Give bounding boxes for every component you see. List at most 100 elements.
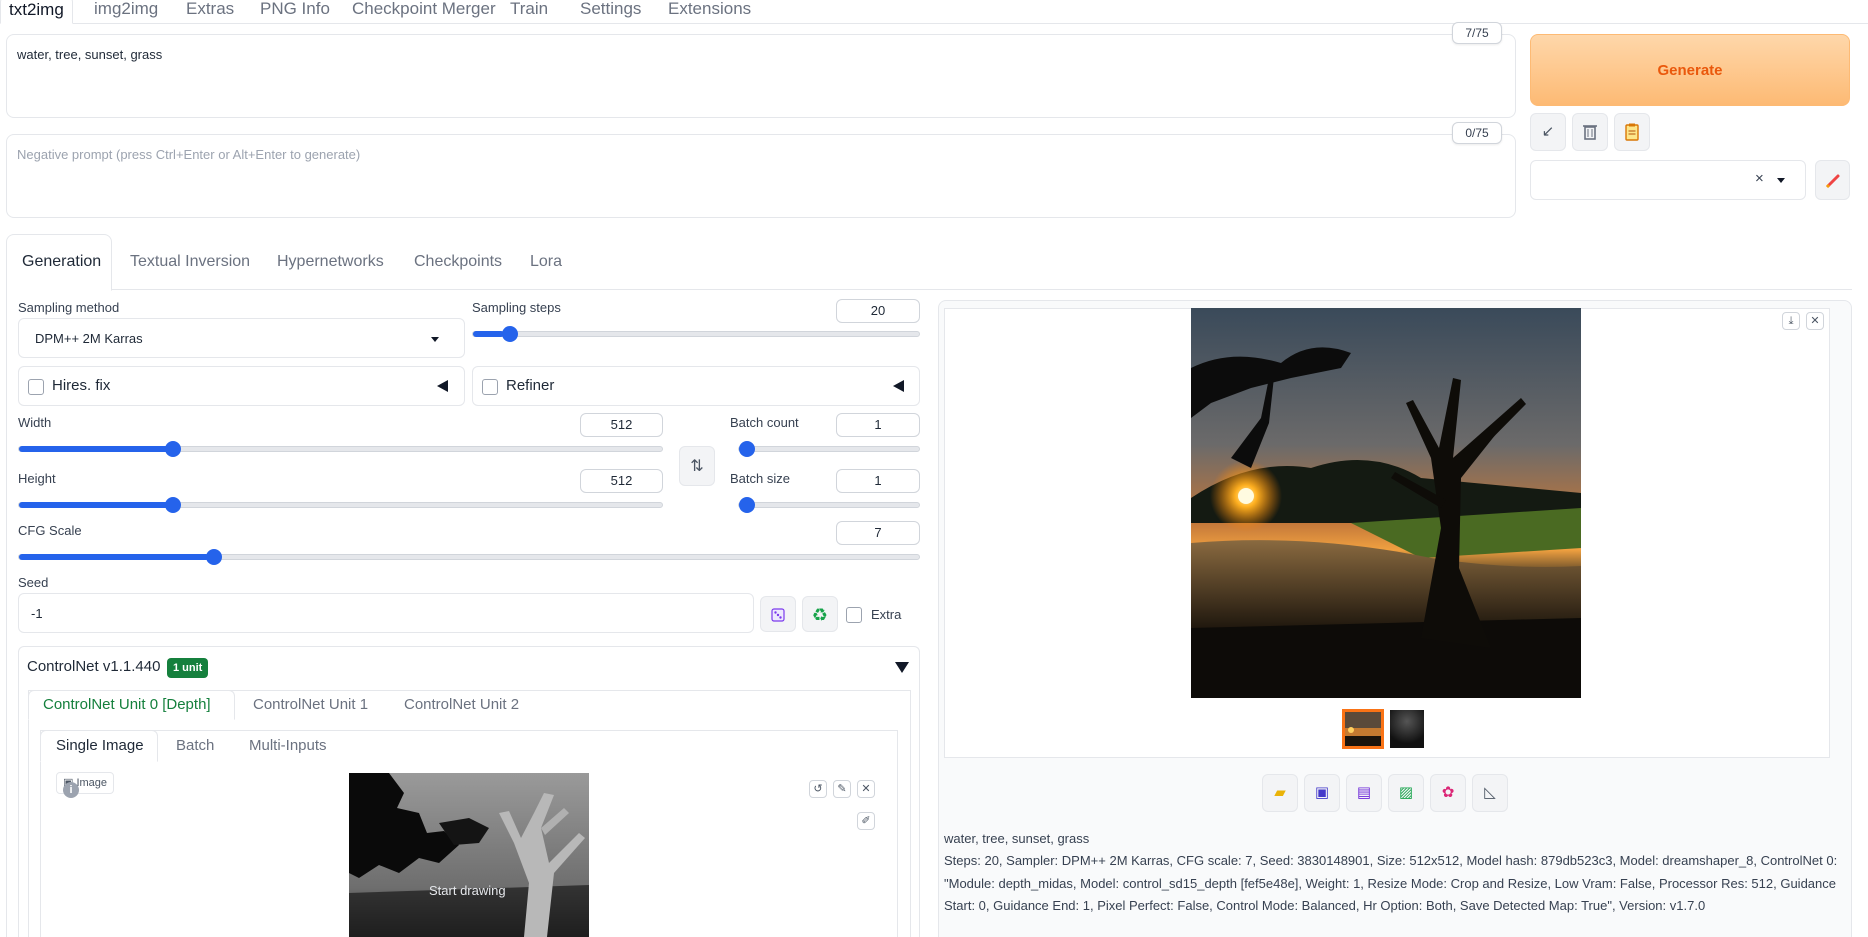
cfg-scale-slider[interactable] — [18, 549, 920, 565]
width-slider[interactable] — [18, 441, 663, 457]
tab-png-info[interactable]: PNG Info — [252, 0, 338, 24]
tab-multi-inputs[interactable]: Multi-Inputs — [249, 737, 327, 754]
slider-thumb[interactable] — [502, 326, 519, 342]
sampling-method-dropdown[interactable]: DPM++ 2M Karras — [18, 318, 465, 358]
extra-seed-checkbox[interactable] — [846, 607, 862, 623]
refiner-checkbox[interactable] — [482, 379, 498, 395]
reuse-seed-button[interactable]: ♻ — [802, 596, 838, 632]
tab-hypernetworks[interactable]: Hypernetworks — [277, 253, 384, 271]
seed-input[interactable]: -1 — [18, 593, 754, 633]
tab-settings[interactable]: Settings — [572, 0, 649, 24]
palette-icon: ✿ — [1441, 784, 1455, 801]
download-icon: ⤓ — [1788, 315, 1794, 327]
info-icon[interactable]: i — [63, 782, 79, 798]
brush-button[interactable]: ✐ — [857, 812, 875, 830]
tab-extensions[interactable]: Extensions — [660, 0, 759, 24]
edit-button[interactable]: ✎ — [833, 780, 851, 798]
tab-img2img[interactable]: img2img — [86, 0, 166, 24]
prompt-input[interactable]: water, tree, sunset, grass — [6, 34, 1516, 118]
negative-prompt-token-counter: 0/75 — [1452, 122, 1502, 144]
chevron-down-icon — [431, 337, 439, 342]
tab-controlnet-unit-0[interactable]: ControlNet Unit 0 [Depth] — [43, 696, 211, 713]
collapse-triangle-icon[interactable] — [895, 662, 909, 673]
prompt-text: water, tree, sunset, grass — [17, 47, 163, 62]
save-icon: ▣ — [1314, 784, 1330, 801]
depth-map-image — [349, 773, 589, 937]
negative-prompt-input[interactable]: Negative prompt (press Ctrl+Enter or Alt… — [6, 134, 1516, 218]
edit-styles-button[interactable] — [1815, 160, 1850, 200]
tab-controlnet-unit-2[interactable]: ControlNet Unit 2 — [404, 696, 519, 713]
tab-lora[interactable]: Lora — [530, 253, 562, 271]
slider-thumb[interactable] — [205, 549, 222, 565]
generate-button[interactable]: Generate — [1530, 34, 1850, 106]
close-preview-button[interactable]: ✕ — [1806, 312, 1824, 330]
tab-train[interactable]: Train — [502, 0, 556, 24]
send-to-inpaint-button[interactable]: ✿ — [1430, 774, 1466, 812]
batch-count-slider[interactable] — [738, 441, 920, 457]
depth-map-canvas[interactable]: Start drawing — [349, 773, 589, 937]
apply-styles-button[interactable] — [1614, 113, 1650, 151]
tab-textual-inversion[interactable]: Textual Inversion — [130, 253, 250, 271]
random-seed-button[interactable] — [760, 596, 796, 632]
thumbnail-image-2[interactable] — [1390, 710, 1424, 748]
sampling-steps-slider[interactable] — [472, 326, 920, 342]
sampling-method-label: Sampling method — [18, 300, 120, 315]
tab-batch[interactable]: Batch — [176, 737, 214, 754]
tab-checkpoints[interactable]: Checkpoints — [414, 253, 502, 271]
cfg-scale-input[interactable]: 7 — [836, 521, 920, 545]
send-to-extras-button[interactable]: ◺ — [1472, 774, 1508, 812]
styles-dropdown[interactable]: × — [1530, 160, 1806, 200]
styles-clear-icon[interactable]: × — [1755, 170, 1764, 187]
tab-controlnet-unit-1[interactable]: ControlNet Unit 1 — [253, 696, 368, 713]
undo-icon: ↺ — [813, 783, 823, 795]
sampling-steps-input[interactable]: 20 — [836, 299, 920, 323]
swap-dimensions-button[interactable]: ⇅ — [679, 446, 715, 486]
hires-fix-accordion[interactable]: Hires. fix — [18, 366, 465, 406]
tab-txt2img[interactable]: txt2img — [0, 0, 73, 24]
hires-fix-label: Hires. fix — [52, 377, 111, 394]
save-button[interactable]: ▣ — [1304, 774, 1340, 812]
thumbnail-sunset-image — [1345, 712, 1381, 746]
batch-size-input[interactable]: 1 — [836, 469, 920, 493]
close-image-button[interactable]: ✕ — [857, 780, 875, 798]
generation-info: Steps: 20, Sampler: DPM++ 2M Karras, CFG… — [944, 853, 1838, 913]
height-slider[interactable] — [18, 497, 663, 513]
batch-size-slider[interactable] — [738, 497, 920, 513]
slider-thumb[interactable] — [739, 497, 755, 513]
image-send-icon: ▨ — [1398, 784, 1414, 801]
refiner-accordion[interactable]: Refiner — [472, 366, 920, 406]
undo-button[interactable]: ↺ — [809, 780, 827, 798]
slider-thumb[interactable] — [164, 497, 181, 513]
slider-fill — [473, 331, 504, 337]
read-params-button[interactable]: ↙ — [1530, 113, 1566, 151]
send-to-img2img-button[interactable]: ▨ — [1388, 774, 1424, 812]
collapse-triangle-icon[interactable] — [893, 380, 904, 392]
open-folder-button[interactable]: ▰ — [1262, 774, 1298, 812]
slider-fill — [19, 446, 169, 452]
hires-fix-checkbox[interactable] — [28, 379, 44, 395]
batch-count-input[interactable]: 1 — [836, 413, 920, 437]
generated-image[interactable] — [1191, 308, 1581, 698]
height-input[interactable]: 512 — [580, 469, 663, 493]
width-input[interactable]: 512 — [580, 413, 663, 437]
tab-generation[interactable]: Generation — [22, 253, 101, 271]
tab-checkpoint-merger[interactable]: Checkpoint Merger — [344, 0, 504, 24]
clear-prompt-button[interactable] — [1572, 113, 1608, 151]
top-tab-bar: txt2img img2img Extras PNG Info Checkpoi… — [0, 0, 1868, 24]
tab-single-image[interactable]: Single Image — [56, 737, 144, 754]
thumbnail-image-1[interactable] — [1342, 709, 1384, 749]
brush-icon: ✐ — [861, 815, 871, 827]
tab-extras[interactable]: Extras — [178, 0, 242, 24]
download-button[interactable]: ⤓ — [1782, 312, 1800, 330]
collapse-triangle-icon[interactable] — [437, 380, 448, 392]
prompt-token-counter: 7/75 — [1452, 22, 1502, 44]
slider-thumb[interactable] — [164, 441, 181, 457]
refiner-label: Refiner — [506, 377, 555, 394]
close-icon: ✕ — [861, 783, 871, 795]
slider-thumb[interactable] — [739, 441, 755, 457]
height-label: Height — [18, 471, 56, 486]
save-zip-button[interactable]: ▤ — [1346, 774, 1382, 812]
folder-icon: ▰ — [1274, 784, 1286, 801]
panel-left-border — [6, 290, 7, 937]
edit-icon: ✎ — [837, 783, 847, 795]
